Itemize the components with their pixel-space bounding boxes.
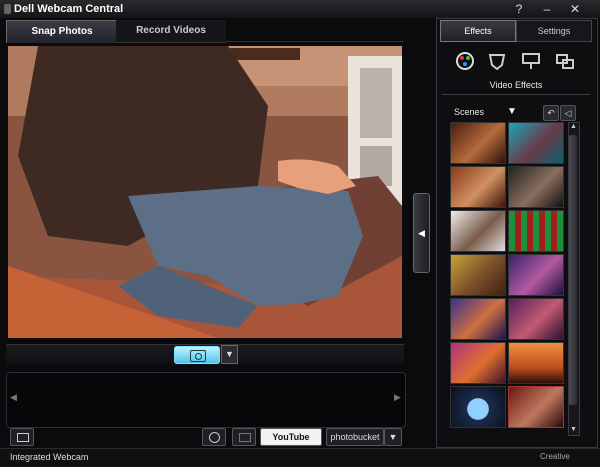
gear-icon [209, 432, 220, 443]
effects-category[interactable]: Scenes [454, 107, 484, 117]
settings-share-button[interactable] [202, 428, 226, 446]
captured-media-strip [6, 372, 406, 428]
effect-thumbnail[interactable] [450, 122, 506, 164]
strip-scroll-left-button[interactable]: ◀ [10, 392, 17, 403]
share-options-dropdown[interactable]: ▼ [384, 428, 402, 446]
tab-snap-photos[interactable]: Snap Photos [6, 20, 118, 43]
youtube-logo: YouTube [272, 432, 310, 442]
camera-preview [8, 46, 402, 338]
gallery-icon [17, 433, 29, 442]
scroll-up-button[interactable]: ▲ [570, 123, 577, 130]
effects-grid [450, 122, 566, 428]
youtube-upload-button[interactable]: YouTube [260, 428, 322, 446]
photobucket-upload-button[interactable]: photobucket [326, 428, 384, 446]
title-bar: Dell Webcam Central [0, 0, 600, 18]
device-name: Integrated Webcam [10, 452, 89, 462]
overlay-icon[interactable] [554, 50, 576, 72]
status-bar [0, 448, 600, 467]
effect-thumbnail[interactable] [450, 254, 506, 296]
effect-thumbnail[interactable] [450, 342, 506, 384]
envelope-icon [239, 433, 251, 442]
presentation-icon[interactable] [520, 50, 542, 72]
effect-thumbnail[interactable] [450, 298, 506, 340]
remove-effect-button[interactable]: ◁ [560, 105, 576, 121]
effect-thumbnail[interactable] [508, 254, 564, 296]
help-button[interactable]: ? [512, 2, 526, 16]
minimize-button[interactable]: – [540, 2, 554, 16]
palette-icon[interactable] [454, 50, 476, 72]
app-icon [4, 4, 11, 14]
tab-settings[interactable]: Settings [516, 20, 592, 42]
email-button[interactable] [232, 428, 256, 446]
snap-options-dropdown[interactable]: ▼ [221, 345, 238, 364]
close-button[interactable]: ✕ [568, 2, 582, 16]
photobucket-logo: photobucket [330, 432, 380, 442]
category-dropdown-arrow[interactable]: ▼ [507, 106, 517, 117]
effect-thumbnail[interactable] [508, 166, 564, 208]
tab-record-videos[interactable]: Record Videos [116, 20, 226, 43]
tab-effects[interactable]: Effects [440, 20, 516, 42]
effect-thumbnail[interactable] [450, 166, 506, 208]
collapse-panel-button[interactable]: ◀ [413, 193, 430, 273]
camera-icon [190, 350, 206, 362]
effect-thumbnail[interactable] [508, 386, 564, 428]
effect-thumbnail[interactable] [508, 210, 564, 252]
effect-thumbnail[interactable] [508, 122, 564, 164]
open-gallery-button[interactable] [10, 428, 34, 446]
brand-label: Creative [540, 452, 570, 461]
undo-effect-button[interactable]: ↶ [543, 105, 559, 121]
window-title: Dell Webcam Central [14, 3, 124, 15]
avatar-mask-icon[interactable] [486, 50, 508, 72]
snap-photo-button[interactable] [174, 346, 220, 364]
video-effects-heading: Video Effects [442, 80, 590, 95]
scroll-thumb[interactable] [569, 135, 577, 405]
effect-thumbnail[interactable] [450, 210, 506, 252]
strip-scroll-right-button[interactable]: ▶ [394, 392, 401, 403]
effect-thumbnail[interactable] [508, 342, 564, 384]
scroll-down-button[interactable]: ▼ [570, 426, 577, 433]
effect-thumbnail[interactable] [450, 386, 506, 428]
effect-thumbnail[interactable] [508, 298, 564, 340]
